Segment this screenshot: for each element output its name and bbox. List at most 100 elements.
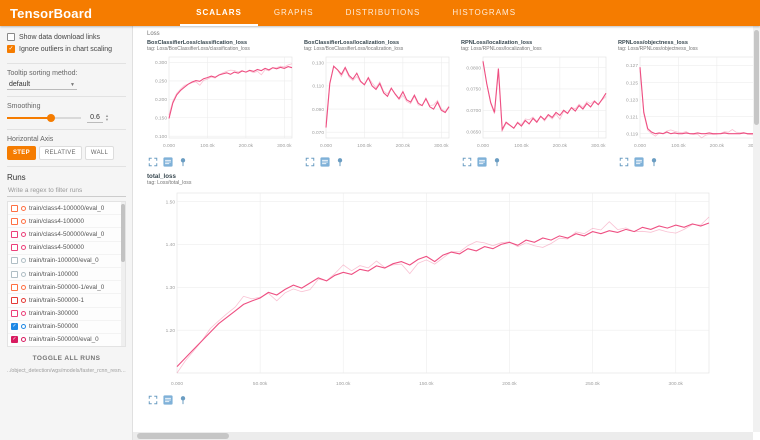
line-chart-plot[interactable]: 0.1270.1250.1230.1210.1190.000100.0k200.…	[618, 53, 753, 149]
vertical-scroll-thumb[interactable]	[754, 30, 759, 125]
checkbox-label: Ignore outliers in chart scaling	[19, 46, 112, 53]
chart-options-icon[interactable]	[319, 156, 330, 167]
tab-histograms[interactable]: HISTOGRAMS	[436, 0, 532, 26]
tooltip-sort-dropdown[interactable]: default ▼	[7, 80, 77, 90]
run-color-swatch-icon	[21, 272, 26, 277]
svg-text:0.121: 0.121	[626, 114, 638, 120]
run-checkbox[interactable]	[11, 310, 18, 317]
pin-chart-icon[interactable]	[334, 156, 345, 167]
checkbox-checked-icon[interactable]: ✓	[7, 45, 15, 53]
chart-options-icon[interactable]	[162, 156, 173, 167]
line-chart-plot[interactable]: 0.1300.1100.0900.0700.000100.0k200.0k300…	[304, 53, 454, 149]
pin-chart-icon[interactable]	[177, 394, 188, 405]
expand-chart-icon[interactable]	[147, 394, 158, 405]
run-checkbox[interactable]	[11, 218, 18, 225]
smoothing-spinner[interactable]: ▲▼	[105, 114, 109, 122]
vertical-scrollbar[interactable]	[753, 26, 760, 432]
pin-chart-icon[interactable]	[491, 156, 502, 167]
line-chart-plot[interactable]: 1.501.401.301.200.00050.00k100.0k150.0k2…	[147, 187, 719, 387]
chart-toolbar	[618, 156, 753, 167]
tab-distributions[interactable]: DISTRIBUTIONS	[330, 0, 437, 26]
run-list-item[interactable]: ✓train/train-500000	[8, 321, 125, 334]
expand-chart-icon[interactable]	[618, 156, 629, 167]
run-list-item[interactable]: train/train-100000	[8, 268, 125, 281]
run-checkbox[interactable]	[11, 257, 18, 264]
svg-text:50.00k: 50.00k	[253, 381, 268, 387]
svg-text:0.100: 0.100	[155, 134, 167, 140]
run-list-item[interactable]: ✓train/train-500000/eval_0	[8, 334, 125, 347]
chart-toolbar	[147, 156, 297, 167]
axis-step-button[interactable]: STEP	[7, 146, 36, 160]
svg-text:1.50: 1.50	[166, 199, 176, 205]
horizontal-axis-buttons: STEP RELATIVE WALL	[7, 146, 126, 160]
run-name: train/train-500000-1	[29, 297, 84, 304]
svg-text:200.0k: 200.0k	[396, 143, 411, 149]
run-list-item[interactable]: train/class4-500000	[8, 242, 125, 255]
run-list-item[interactable]: train/train-500000-1	[8, 294, 125, 307]
tooltip-sort-value: default	[9, 81, 30, 88]
svg-text:0.0800: 0.0800	[466, 65, 481, 71]
svg-text:0.0700: 0.0700	[466, 108, 481, 114]
checkbox-icon[interactable]	[7, 33, 15, 41]
run-list-item[interactable]: train/train-100000/eval_0	[8, 255, 125, 268]
run-checkbox[interactable]	[11, 244, 18, 251]
pin-chart-icon[interactable]	[177, 156, 188, 167]
axis-relative-button[interactable]: RELATIVE	[39, 146, 82, 160]
chart-options-icon[interactable]	[162, 394, 173, 405]
chart-options-icon[interactable]	[633, 156, 644, 167]
horizontal-scroll-thumb[interactable]	[137, 433, 229, 439]
tensorboard-app: TensorBoard SCALARS GRAPHS DISTRIBUTIONS…	[0, 0, 760, 440]
run-list-scrollbar[interactable]	[121, 202, 125, 346]
chart-card: total_losstag: Loss/total_loss1.501.401.…	[147, 173, 721, 405]
spinner-down-icon[interactable]: ▼	[105, 118, 109, 122]
run-color-swatch-icon	[21, 337, 26, 342]
horizontal-axis-label: Horizontal Axis	[7, 136, 126, 143]
toggle-all-runs-button[interactable]: TOGGLE ALL RUNS	[7, 352, 126, 365]
chart-toolbar	[461, 156, 611, 167]
run-color-swatch-icon	[21, 245, 26, 250]
run-checkbox[interactable]	[11, 297, 18, 304]
run-list-item[interactable]: train/class4-100000/eval_0	[8, 202, 125, 215]
run-checkbox[interactable]	[11, 231, 18, 238]
svg-text:0.000: 0.000	[163, 143, 175, 149]
run-checkbox-checked[interactable]: ✓	[11, 323, 18, 330]
ignore-outliers-checkbox[interactable]: ✓ Ignore outliers in chart scaling	[7, 45, 126, 53]
run-checkbox[interactable]	[11, 205, 18, 212]
run-checkbox[interactable]	[11, 284, 18, 291]
runs-filter-input[interactable]	[7, 185, 126, 197]
expand-chart-icon[interactable]	[147, 156, 158, 167]
axis-wall-button[interactable]: WALL	[85, 146, 114, 160]
run-checkbox[interactable]	[11, 271, 18, 278]
tab-scalars[interactable]: SCALARS	[180, 0, 258, 26]
horizontal-scrollbar[interactable]	[133, 432, 753, 440]
chart-options-icon[interactable]	[476, 156, 487, 167]
run-list-scroll-thumb[interactable]	[121, 204, 125, 262]
run-checkbox-checked[interactable]: ✓	[11, 336, 18, 343]
slider-thumb[interactable]	[47, 114, 55, 122]
svg-text:0.123: 0.123	[626, 97, 638, 103]
svg-text:100.0k: 100.0k	[200, 143, 215, 149]
chevron-down-icon: ▼	[70, 82, 75, 88]
smoothing-slider[interactable]	[7, 113, 81, 123]
smoothing-value-input[interactable]: 0.6	[87, 114, 103, 123]
tab-graphs[interactable]: GRAPHS	[258, 0, 330, 26]
run-list-item[interactable]: train/train-300000	[8, 308, 125, 321]
expand-chart-icon[interactable]	[461, 156, 472, 167]
svg-text:0.0650: 0.0650	[466, 129, 481, 135]
run-list-item[interactable]: train/class4-100000	[8, 215, 125, 228]
line-chart-plot[interactable]: 0.3000.2500.2000.1500.1000.000100.0k200.…	[147, 53, 297, 149]
line-chart-plot[interactable]: 0.08000.07500.07000.06500.000100.0k200.0…	[461, 53, 611, 149]
chart-card: RPNLoss/localization_losstag: Loss/RPNLo…	[461, 40, 611, 167]
nav-tabs: SCALARS GRAPHS DISTRIBUTIONS HISTOGRAMS	[180, 0, 532, 26]
svg-text:300.0k: 300.0k	[434, 143, 449, 149]
runs-section-label: Runs	[7, 173, 126, 182]
show-download-links-checkbox[interactable]: Show data download links	[7, 33, 126, 41]
svg-text:1.20: 1.20	[166, 328, 176, 334]
run-list-item[interactable]: train/train-500000-1/eval_0	[8, 281, 125, 294]
pin-chart-icon[interactable]	[648, 156, 659, 167]
svg-text:0.200: 0.200	[155, 97, 167, 103]
tooltip-sort-label: Tooltip sorting method:	[7, 70, 126, 77]
run-color-swatch-icon	[21, 258, 26, 263]
run-list-item[interactable]: train/class4-500000/eval_0	[8, 228, 125, 241]
expand-chart-icon[interactable]	[304, 156, 315, 167]
